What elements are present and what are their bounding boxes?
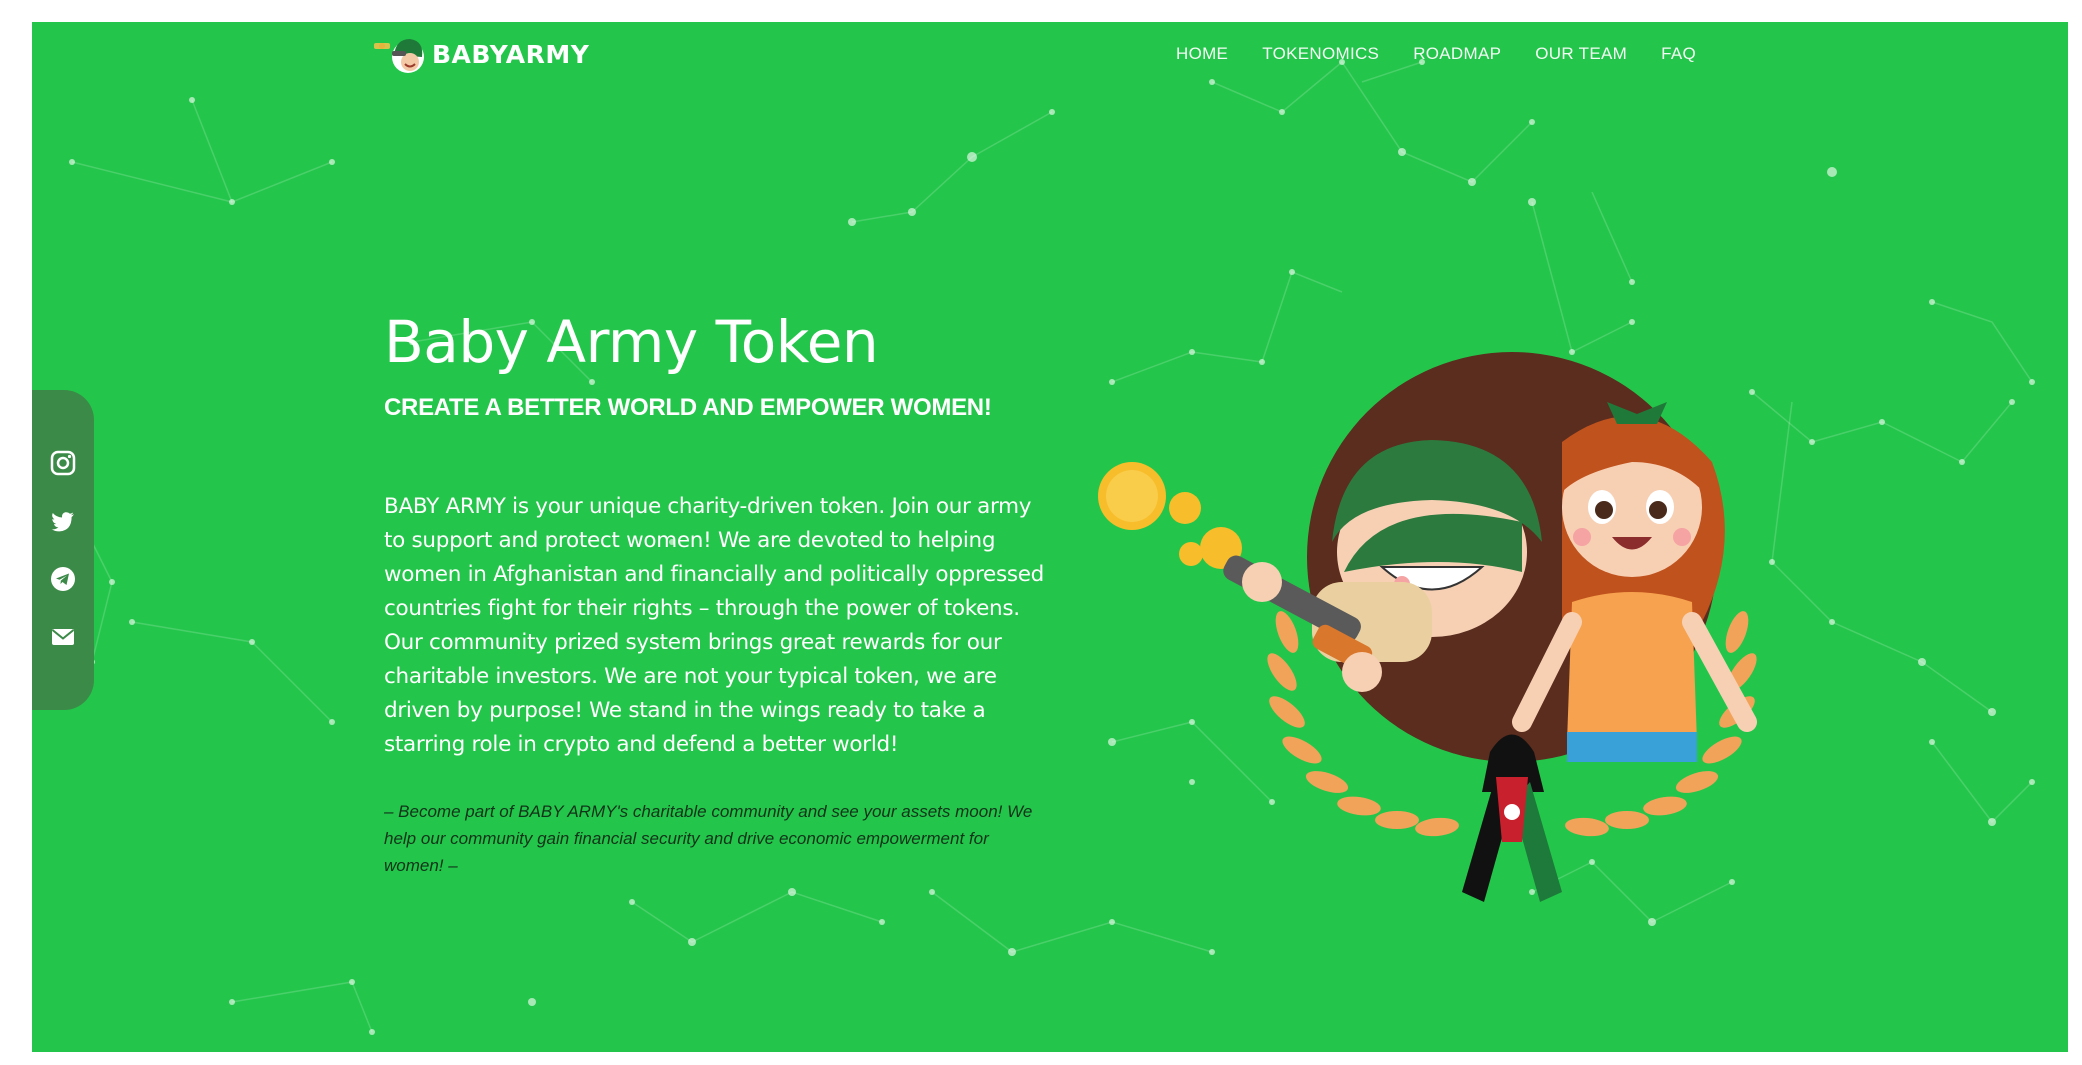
- nav-our-team[interactable]: OUR TEAM: [1535, 44, 1627, 64]
- hero-subtitle: CREATE A BETTER WORLD AND EMPOWER WOMEN!: [384, 394, 992, 421]
- brand-logo[interactable]: BABYARMY: [372, 22, 589, 86]
- page-frame: BABYARMY HOME TOKENOMICS ROADMAP OUR TEA…: [0, 0, 2082, 1065]
- hero-description: BABY ARMY is your unique charity-driven …: [384, 494, 1045, 757]
- baby-army-mascot-illustration: [1098, 352, 1757, 902]
- hero-quote: – Become part of BABY ARMY's charitable …: [384, 802, 1033, 875]
- instagram-icon[interactable]: [49, 449, 77, 477]
- nav-tokenomics[interactable]: TOKENOMICS: [1262, 44, 1379, 64]
- social-sidebar: [32, 390, 94, 710]
- nav-faq[interactable]: FAQ: [1661, 44, 1696, 64]
- nav-home[interactable]: HOME: [1176, 44, 1228, 64]
- nav-roadmap[interactable]: ROADMAP: [1413, 44, 1501, 64]
- hero-title: Baby Army Token: [384, 308, 879, 376]
- hero-section: BABYARMY HOME TOKENOMICS ROADMAP OUR TEA…: [32, 22, 2068, 1052]
- brand-name: BABYARMY: [432, 39, 590, 69]
- coin-icons: [1098, 462, 1242, 569]
- ribbon-icon: [1462, 734, 1562, 902]
- email-icon[interactable]: [49, 623, 77, 651]
- baby-soldier-logo-icon: [374, 39, 424, 73]
- telegram-icon[interactable]: [49, 565, 77, 593]
- main-nav: HOME TOKENOMICS ROADMAP OUR TEAM FAQ: [1176, 22, 1696, 86]
- twitter-icon[interactable]: [49, 507, 77, 535]
